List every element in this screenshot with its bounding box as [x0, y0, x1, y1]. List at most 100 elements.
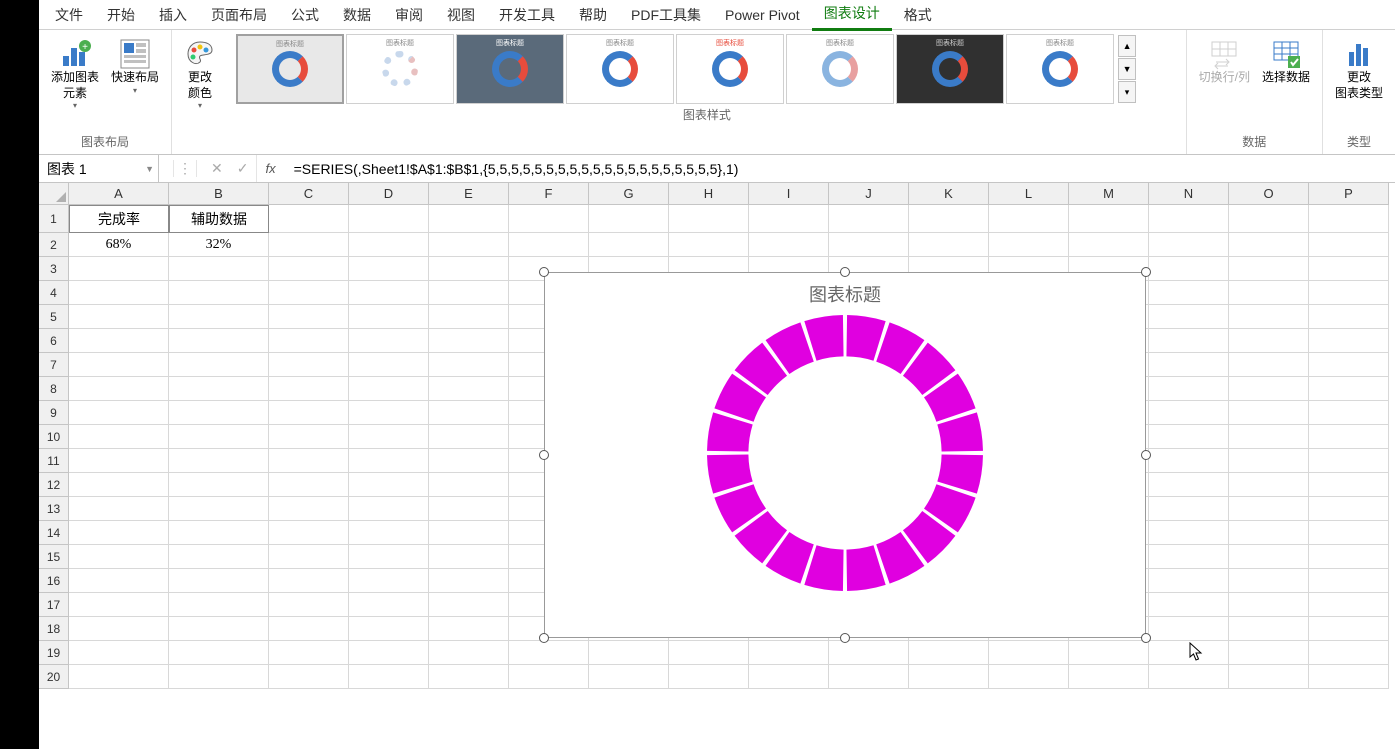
cell-D17[interactable]	[349, 593, 429, 617]
cell-B4[interactable]	[169, 281, 269, 305]
cell-J20[interactable]	[829, 665, 909, 689]
cell-L2[interactable]	[989, 233, 1069, 257]
row-header-10[interactable]: 10	[39, 425, 69, 449]
column-header-H[interactable]: H	[669, 183, 749, 205]
cell-N7[interactable]	[1149, 353, 1229, 377]
cell-N11[interactable]	[1149, 449, 1229, 473]
cell-P19[interactable]	[1309, 641, 1389, 665]
cell-J2[interactable]	[829, 233, 909, 257]
gallery-expand[interactable]: ▾	[1118, 81, 1136, 103]
cell-H20[interactable]	[669, 665, 749, 689]
select-data-button[interactable]: 选择数据	[1258, 34, 1314, 90]
cell-D9[interactable]	[349, 401, 429, 425]
cell-E16[interactable]	[429, 569, 509, 593]
cell-A15[interactable]	[69, 545, 169, 569]
gallery-scroll-up[interactable]: ▲	[1118, 35, 1136, 57]
cell-D19[interactable]	[349, 641, 429, 665]
cell-C3[interactable]	[269, 257, 349, 281]
row-header-7[interactable]: 7	[39, 353, 69, 377]
cell-I20[interactable]	[749, 665, 829, 689]
cell-N20[interactable]	[1149, 665, 1229, 689]
chart-style-5[interactable]: 图表标题	[676, 34, 784, 104]
tab-file[interactable]: 文件	[43, 0, 95, 30]
column-header-C[interactable]: C	[269, 183, 349, 205]
chart-style-8[interactable]: 图表标题	[1006, 34, 1114, 104]
cell-M1[interactable]	[1069, 205, 1149, 233]
cell-A13[interactable]	[69, 497, 169, 521]
column-header-B[interactable]: B	[169, 183, 269, 205]
cell-P14[interactable]	[1309, 521, 1389, 545]
cell-H1[interactable]	[669, 205, 749, 233]
cell-P9[interactable]	[1309, 401, 1389, 425]
column-header-P[interactable]: P	[1309, 183, 1389, 205]
cell-E9[interactable]	[429, 401, 509, 425]
cell-C12[interactable]	[269, 473, 349, 497]
resize-handle-w[interactable]	[539, 450, 549, 460]
cell-D1[interactable]	[349, 205, 429, 233]
chart-style-7[interactable]: 图表标题	[896, 34, 1004, 104]
cell-B3[interactable]	[169, 257, 269, 281]
cell-D4[interactable]	[349, 281, 429, 305]
cell-D8[interactable]	[349, 377, 429, 401]
cell-N2[interactable]	[1149, 233, 1229, 257]
cell-F20[interactable]	[509, 665, 589, 689]
cell-C5[interactable]	[269, 305, 349, 329]
cell-A17[interactable]	[69, 593, 169, 617]
cell-O10[interactable]	[1229, 425, 1309, 449]
donut-chart[interactable]	[705, 313, 985, 593]
cell-E18[interactable]	[429, 617, 509, 641]
cell-O13[interactable]	[1229, 497, 1309, 521]
cell-E17[interactable]	[429, 593, 509, 617]
cell-B13[interactable]	[169, 497, 269, 521]
column-header-M[interactable]: M	[1069, 183, 1149, 205]
cell-C17[interactable]	[269, 593, 349, 617]
cell-E12[interactable]	[429, 473, 509, 497]
row-header-11[interactable]: 11	[39, 449, 69, 473]
cell-C14[interactable]	[269, 521, 349, 545]
formula-enter-icon[interactable]: ✓	[237, 160, 249, 177]
cell-N12[interactable]	[1149, 473, 1229, 497]
cell-B12[interactable]	[169, 473, 269, 497]
cell-O1[interactable]	[1229, 205, 1309, 233]
cell-C15[interactable]	[269, 545, 349, 569]
cell-A18[interactable]	[69, 617, 169, 641]
cell-O7[interactable]	[1229, 353, 1309, 377]
cell-N15[interactable]	[1149, 545, 1229, 569]
column-header-G[interactable]: G	[589, 183, 669, 205]
cell-N18[interactable]	[1149, 617, 1229, 641]
cell-O16[interactable]	[1229, 569, 1309, 593]
spreadsheet[interactable]: ABCDEFGHIJKLMNOP 12345678910111213141516…	[39, 183, 1395, 749]
cell-C4[interactable]	[269, 281, 349, 305]
column-header-E[interactable]: E	[429, 183, 509, 205]
cell-N5[interactable]	[1149, 305, 1229, 329]
cell-B17[interactable]	[169, 593, 269, 617]
cell-A2[interactable]: 68%	[69, 233, 169, 257]
row-header-15[interactable]: 15	[39, 545, 69, 569]
tab-pdftools[interactable]: PDF工具集	[619, 0, 713, 30]
cell-O15[interactable]	[1229, 545, 1309, 569]
cell-C1[interactable]	[269, 205, 349, 233]
cell-B2[interactable]: 32%	[169, 233, 269, 257]
cell-E3[interactable]	[429, 257, 509, 281]
cell-J19[interactable]	[829, 641, 909, 665]
cell-E7[interactable]	[429, 353, 509, 377]
cell-E1[interactable]	[429, 205, 509, 233]
cell-D6[interactable]	[349, 329, 429, 353]
cell-D7[interactable]	[349, 353, 429, 377]
tab-formulas[interactable]: 公式	[279, 0, 331, 30]
cell-A10[interactable]	[69, 425, 169, 449]
cell-N1[interactable]	[1149, 205, 1229, 233]
cell-K1[interactable]	[909, 205, 989, 233]
chart-style-4[interactable]: 图表标题	[566, 34, 674, 104]
cell-C19[interactable]	[269, 641, 349, 665]
cell-A20[interactable]	[69, 665, 169, 689]
cell-E4[interactable]	[429, 281, 509, 305]
cell-O17[interactable]	[1229, 593, 1309, 617]
formula-cancel-icon[interactable]: ⋮	[173, 160, 197, 177]
tab-home[interactable]: 开始	[95, 0, 147, 30]
row-header-3[interactable]: 3	[39, 257, 69, 281]
column-header-O[interactable]: O	[1229, 183, 1309, 205]
cell-I19[interactable]	[749, 641, 829, 665]
cell-O19[interactable]	[1229, 641, 1309, 665]
cell-B6[interactable]	[169, 329, 269, 353]
